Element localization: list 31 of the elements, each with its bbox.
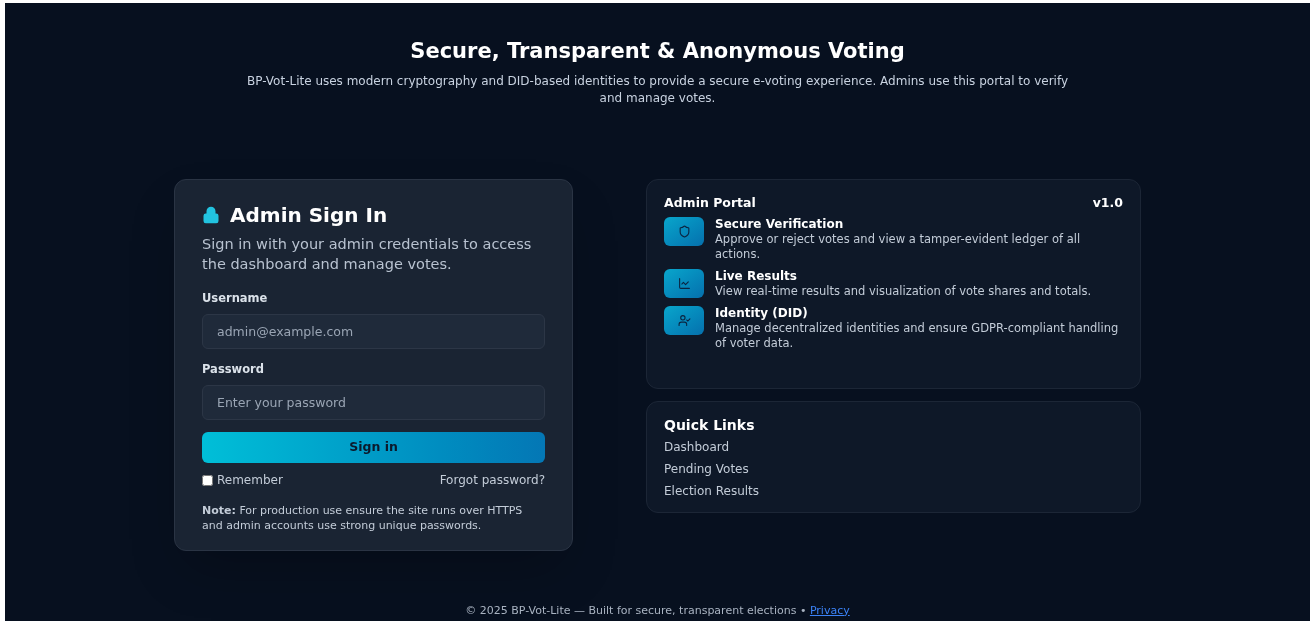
page-subtitle: BP-Vot-Lite uses modern cryptography and DID-based identities to provide a secure e-voting experience. Admins use this portal to verify and manage votes.: [245, 72, 1069, 107]
shield-icon: [664, 217, 704, 247]
quick-link[interactable]: Pending Votes: [664, 460, 749, 477]
user-check-icon: [664, 306, 704, 336]
feature-title: Secure Verification: [715, 217, 845, 233]
field-label: Password: [202, 360, 265, 378]
field-label: Username: [202, 289, 269, 307]
feature-description: Manage decentralized identities and ensure GDPR-compliant handling of voter data.: [715, 321, 1120, 352]
page-title: Secure, Transparent & Anonymous Voting: [410, 38, 905, 65]
card-title: Admin Sign In: [230, 201, 388, 229]
portal-title: Admin Portal: [664, 193, 756, 212]
security-note: Note: For production use ensure the site runs over HTTPS and admin accounts use strong unique passwords.: [202, 503, 524, 533]
feature-description: Approve or reject votes and view a tamper-evident ledger of all actions.: [715, 232, 1082, 263]
privacy-link[interactable]: Privacy: [809, 603, 850, 617]
quick-link[interactable]: Dashboard: [664, 438, 730, 455]
lock-icon: [202, 204, 220, 225]
quick-links-title: Quick Links: [664, 415, 756, 435]
sign-in-button[interactable]: Sign in: [202, 432, 545, 463]
forgot-password-link[interactable]: Forgot password?: [439, 471, 545, 489]
version-label: v1.0: [1092, 193, 1123, 212]
line-chart-icon: [664, 269, 704, 299]
feature-title: Live Results: [715, 269, 798, 285]
card-description: Sign in with your admin credentials to access the dashboard and manage votes.: [202, 234, 533, 274]
footer-text: © 2025 BP-Vot-Lite — Built for secure, transparent elections • Privacy: [465, 602, 850, 619]
input-field[interactable]: Enter your password: [202, 385, 545, 420]
feature-title: Identity (DID): [715, 306, 809, 322]
remember-checkbox[interactable]: [202, 474, 213, 486]
quick-link[interactable]: Election Results: [664, 482, 760, 499]
remember-label: Remember: [217, 472, 283, 489]
feature-description: View real-time results and visualization of vote shares and totals.: [715, 284, 1092, 300]
input-field[interactable]: admin@example.com: [202, 313, 545, 349]
